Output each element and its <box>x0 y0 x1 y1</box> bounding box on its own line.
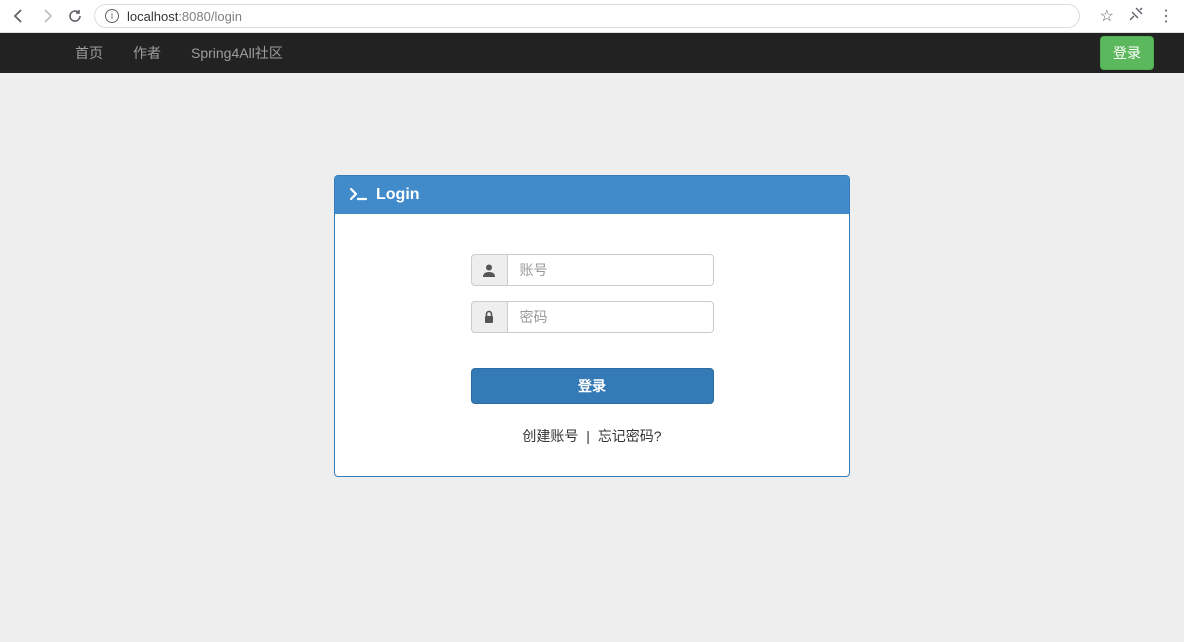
lock-icon <box>471 301 507 333</box>
nav-link-home[interactable]: 首页 <box>75 43 103 63</box>
submit-button[interactable]: 登录 <box>471 368 714 404</box>
browser-toolbar: i localhost:8080/login ☆ ⋮ <box>0 0 1184 33</box>
extension-icon[interactable] <box>1128 6 1144 27</box>
navbar-login-button[interactable]: 登录 <box>1100 36 1154 70</box>
login-panel: Login <box>334 175 850 477</box>
back-button[interactable] <box>10 7 28 25</box>
username-input[interactable] <box>507 254 714 286</box>
menu-icon[interactable]: ⋮ <box>1158 6 1174 26</box>
panel-title: Login <box>376 186 420 204</box>
url-text: localhost:8080/login <box>127 9 242 24</box>
star-icon[interactable]: ☆ <box>1100 6 1114 26</box>
panel-heading: Login <box>335 176 849 214</box>
info-icon: i <box>105 9 119 23</box>
links-row: 创建账号 | 忘记密码? <box>350 426 834 446</box>
reload-button[interactable] <box>66 7 84 25</box>
nav-link-community[interactable]: Spring4All社区 <box>191 43 283 63</box>
terminal-icon <box>350 188 368 202</box>
create-account-link[interactable]: 创建账号 <box>522 428 578 444</box>
address-bar[interactable]: i localhost:8080/login <box>94 4 1080 28</box>
password-input[interactable] <box>507 301 714 333</box>
forward-button[interactable] <box>38 7 56 25</box>
nav-link-author[interactable]: 作者 <box>133 43 161 63</box>
user-icon <box>471 254 507 286</box>
navbar: 首页 作者 Spring4All社区 登录 <box>0 33 1184 73</box>
divider: | <box>586 428 590 444</box>
forgot-password-link[interactable]: 忘记密码? <box>598 428 662 444</box>
